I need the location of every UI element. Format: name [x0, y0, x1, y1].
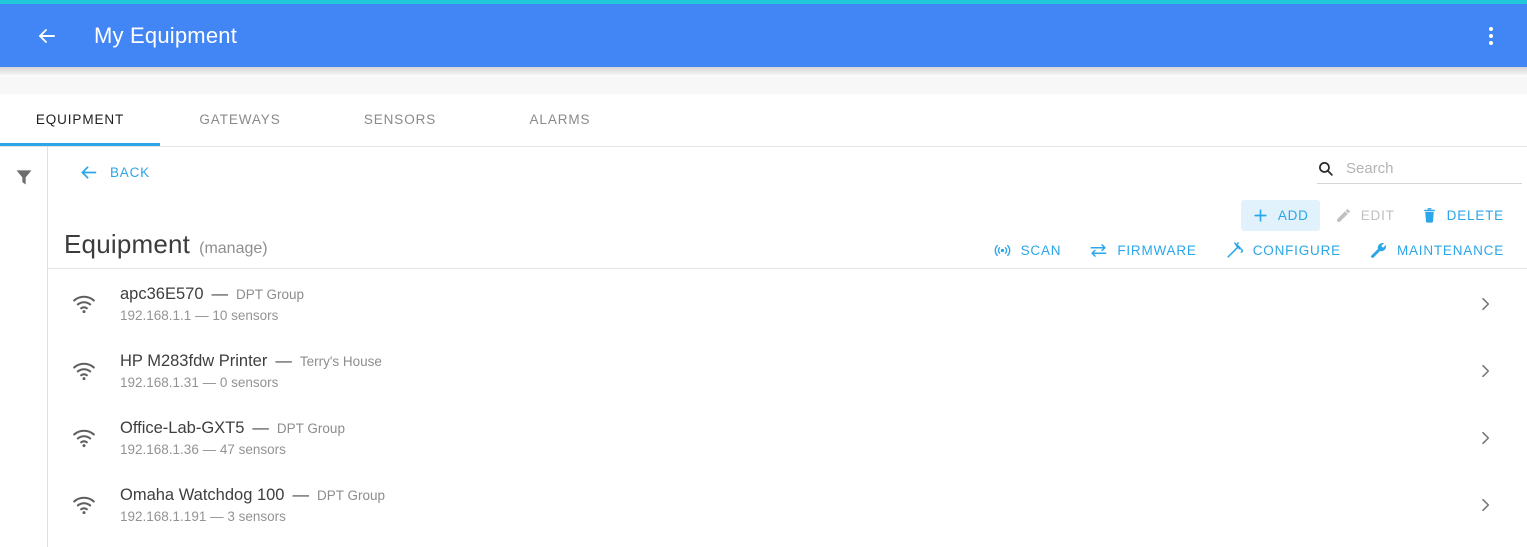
list-item[interactable]: Omaha Watchdog 100 — DPT Group 192.168.1… — [48, 471, 1527, 538]
tab-label: ALARMS — [529, 112, 591, 127]
list-item-detail: 192.168.1.191 — 3 sensors — [120, 508, 286, 524]
firmware-button-label: FIRMWARE — [1117, 242, 1197, 258]
body-container: BACK Equipment (manage) — [0, 147, 1527, 547]
list-item-text: apc36E570 — DPT Group 192.168.1.1 — 10 s… — [106, 285, 1477, 323]
magic-wand-icon — [1225, 241, 1244, 260]
list-item-separator: — — [292, 485, 309, 504]
list-item-title-line: Omaha Watchdog 100 — DPT Group — [120, 486, 1477, 505]
list-item[interactable]: HP M283fdw Printer — Terry's House 192.1… — [48, 337, 1527, 404]
wifi-icon — [62, 294, 106, 314]
list-item-title-line: Office-Lab-GXT5 — DPT Group — [120, 419, 1477, 438]
tab-alarms[interactable]: ALARMS — [480, 93, 640, 146]
list-item-group: DPT Group — [236, 286, 305, 302]
scan-button[interactable]: SCAN — [982, 234, 1073, 267]
wifi-icon — [62, 428, 106, 448]
list-item-name: HP M283fdw Printer — [120, 351, 268, 370]
wrench-icon — [1369, 241, 1388, 260]
tab-equipment[interactable]: EQUIPMENT — [0, 93, 160, 146]
list-item-group: Terry's House — [299, 353, 382, 369]
action-toolbars: ADD EDIT DELETE SCAN FIRMWARE CONFIGURE … — [48, 197, 1527, 267]
wifi-icon — [62, 361, 106, 381]
search-box[interactable] — [1317, 160, 1522, 184]
app-bar-title: My Equipment — [94, 22, 238, 48]
filter-funnel-icon[interactable] — [14, 167, 34, 187]
tab-label: SENSORS — [363, 112, 437, 127]
search-input[interactable] — [1346, 160, 1522, 177]
kebab-dot — [1489, 40, 1493, 45]
list-item-separator: — — [211, 284, 229, 303]
appbar-back-icon[interactable] — [32, 21, 62, 51]
list-item-detail: 192.168.1.1 — 10 sensors — [120, 307, 279, 323]
kebab-dot — [1489, 26, 1493, 31]
chevron-right-icon[interactable] — [1477, 363, 1493, 379]
appbar-gap-band — [0, 77, 1527, 94]
maintenance-button[interactable]: MAINTENANCE — [1358, 234, 1515, 267]
list-item-detail: 192.168.1.31 — 0 sensors — [120, 374, 279, 390]
list-item-name: Omaha Watchdog 100 — [120, 485, 285, 504]
add-button-label: ADD — [1277, 207, 1309, 223]
filter-rail — [0, 147, 48, 547]
list-item[interactable]: Office-Lab-GXT5 — DPT Group 192.168.1.36… — [48, 404, 1527, 471]
wifi-icon — [62, 495, 106, 515]
tab-label: EQUIPMENT — [35, 112, 125, 127]
list-item-text: Office-Lab-GXT5 — DPT Group 192.168.1.36… — [106, 419, 1477, 457]
configure-button[interactable]: CONFIGURE — [1214, 234, 1352, 267]
app-bar: My Equipment — [0, 4, 1527, 67]
broadcast-icon — [993, 241, 1012, 260]
list-item-group: DPT Group — [276, 420, 345, 436]
edit-button: EDIT — [1324, 200, 1406, 231]
content-top-row: BACK — [48, 147, 1527, 197]
delete-button[interactable]: DELETE — [1410, 200, 1515, 231]
chevron-right-icon[interactable] — [1477, 430, 1493, 446]
chevron-right-icon[interactable] — [1477, 296, 1493, 312]
list-item-detail: 192.168.1.36 — 47 sensors — [120, 441, 286, 457]
trash-icon — [1421, 207, 1438, 224]
delete-button-label: DELETE — [1446, 207, 1504, 223]
back-button-label: BACK — [110, 164, 150, 180]
firmware-button[interactable]: FIRMWARE — [1078, 234, 1207, 267]
tab-label: GATEWAYS — [199, 112, 281, 127]
tab-gateways[interactable]: GATEWAYS — [160, 93, 320, 146]
equipment-list: apc36E570 — DPT Group 192.168.1.1 — 10 s… — [48, 270, 1527, 547]
maintenance-button-label: MAINTENANCE — [1396, 242, 1504, 258]
configure-button-label: CONFIGURE — [1252, 242, 1341, 258]
secondary-action-row: SCAN FIRMWARE CONFIGURE MAINTENANCE — [48, 233, 1527, 267]
back-button[interactable]: BACK — [78, 162, 150, 183]
kebab-menu-icon[interactable] — [1477, 21, 1505, 51]
list-item-name: Office-Lab-GXT5 — [120, 418, 245, 437]
edit-button-label: EDIT — [1360, 207, 1395, 223]
appbar-shadow — [0, 67, 1527, 77]
list-item-separator: — — [275, 351, 292, 370]
list-item-name: apc36E570 — [120, 284, 204, 303]
kebab-dot — [1489, 33, 1493, 38]
pencil-icon — [1335, 207, 1352, 224]
swap-arrows-icon — [1089, 241, 1108, 260]
scan-button-label: SCAN — [1020, 242, 1062, 258]
plus-icon — [1252, 207, 1269, 224]
primary-action-row: ADD EDIT DELETE — [48, 197, 1527, 233]
search-icon — [1317, 160, 1334, 177]
list-item[interactable]: apc36E570 — DPT Group 192.168.1.1 — 10 s… — [48, 270, 1527, 337]
list-item-separator: — — [252, 418, 269, 437]
tab-sensors[interactable]: SENSORS — [320, 93, 480, 146]
list-item-text: Omaha Watchdog 100 — DPT Group 192.168.1… — [106, 486, 1477, 524]
chevron-right-icon[interactable] — [1477, 497, 1493, 513]
add-button[interactable]: ADD — [1240, 199, 1320, 231]
list-item-title-line: apc36E570 — DPT Group — [120, 285, 1477, 304]
list-item-group: DPT Group — [316, 487, 386, 503]
content-area: BACK Equipment (manage) — [48, 147, 1527, 547]
list-item-title-line: HP M283fdw Printer — Terry's House — [120, 352, 1477, 371]
list-item-text: HP M283fdw Printer — Terry's House 192.1… — [106, 352, 1477, 390]
tab-bar: EQUIPMENT GATEWAYS SENSORS ALARMS — [0, 94, 1527, 147]
